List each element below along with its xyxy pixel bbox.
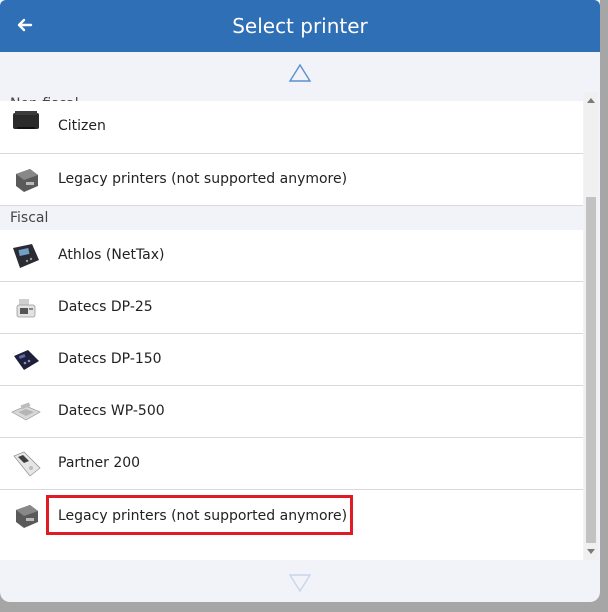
scrollbar-thumb[interactable]	[586, 197, 596, 543]
list-item-athlos-nettax[interactable]: Athlos (NetTax)	[0, 230, 583, 282]
vertical-scrollbar[interactable]	[584, 92, 598, 560]
cash-register-icon	[16, 299, 36, 318]
fiscal-device-dark-icon	[13, 244, 39, 268]
dialog-header: Select printer	[0, 0, 600, 52]
list-item-legacy-printers-non-fiscal[interactable]: Legacy printers (not supported anymore)	[0, 154, 583, 206]
list-item-datecs-dp-150[interactable]: Datecs DP-150	[0, 334, 583, 386]
keyboard-register-icon	[11, 402, 41, 421]
dialog-title: Select printer	[232, 14, 368, 38]
list-item-label: Datecs WP-500	[58, 403, 165, 419]
list-item-label: Partner 200	[58, 455, 141, 471]
list-item-label: Citizen	[58, 118, 106, 134]
list-item-partner-200[interactable]: Partner 200	[0, 438, 583, 490]
scroll-down-button[interactable]	[287, 572, 313, 594]
select-printer-dialog: Select printer Non fiscal Citizen Legacy…	[0, 0, 600, 602]
printer-gray-icon	[16, 169, 38, 192]
fiscal-device-navy-icon	[14, 350, 39, 370]
section-header-fiscal: Fiscal	[0, 206, 584, 230]
printer-black-icon	[13, 111, 39, 129]
scrollbar-up-arrow-icon[interactable]	[587, 98, 595, 103]
list-item-datecs-dp-25[interactable]: Datecs DP-25	[0, 282, 583, 334]
printer-gray-icon	[16, 505, 38, 528]
highlight-box	[46, 495, 353, 535]
list-item-label: Datecs DP-25	[58, 299, 153, 315]
triangle-down-icon	[288, 574, 312, 593]
list-item-label: Legacy printers (not supported anymore)	[58, 171, 348, 187]
printer-list[interactable]: Non fiscal Citizen Legacy printers (not …	[0, 92, 584, 560]
list-item-citizen[interactable]: Citizen	[0, 101, 583, 154]
handheld-device-icon	[13, 451, 41, 477]
list-item-datecs-wp-500[interactable]: Datecs WP-500	[0, 386, 583, 438]
list-item-label: Datecs DP-150	[58, 351, 162, 367]
scrollbar-down-arrow-icon[interactable]	[587, 549, 595, 554]
triangle-up-icon	[288, 63, 312, 82]
scroll-up-button[interactable]	[287, 62, 313, 84]
list-item-label: Athlos (NetTax)	[58, 247, 165, 263]
